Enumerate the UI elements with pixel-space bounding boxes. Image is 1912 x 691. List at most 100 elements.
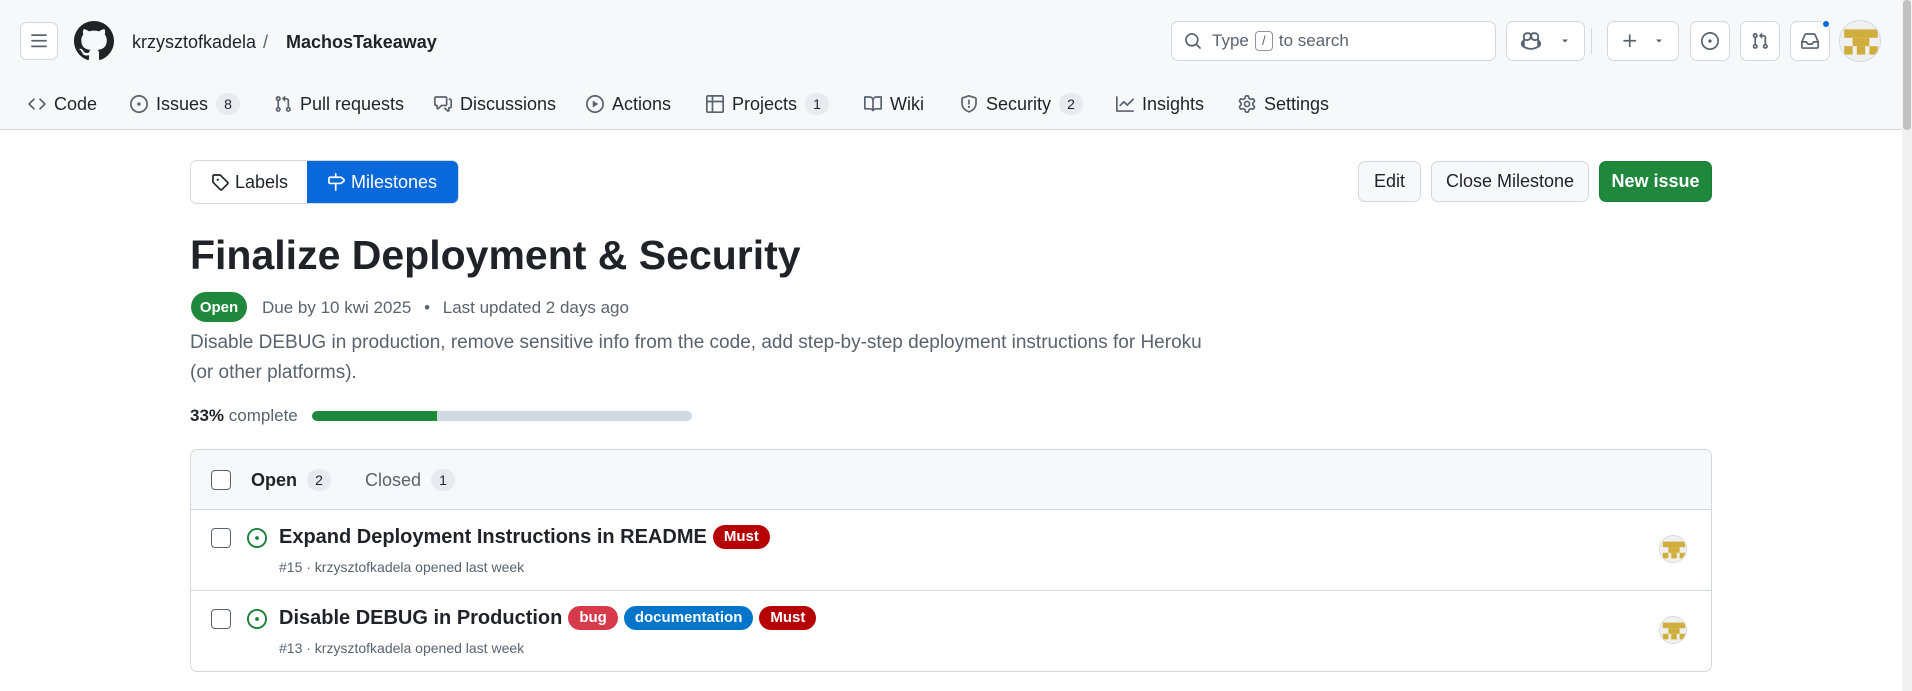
create-new-button[interactable]	[1607, 21, 1679, 61]
tab-pull-requests[interactable]: Pull requests	[274, 88, 404, 120]
search-input[interactable]: Type / to search	[1171, 21, 1496, 61]
tab-projects[interactable]: Projects 1	[706, 88, 830, 120]
scrollbar-thumb[interactable]	[1903, 0, 1911, 130]
issue-title-link[interactable]: Disable DEBUG in Production	[279, 604, 562, 632]
issue-title-link[interactable]: Expand Deployment Instructions in README	[279, 523, 707, 551]
repo-nav-tabs: Code Issues 8 Pull requests Discussions …	[0, 82, 1902, 130]
plus-icon	[1623, 34, 1637, 48]
label-must[interactable]: Must	[712, 525, 770, 549]
github-logo-icon[interactable]	[74, 21, 114, 61]
play-icon	[586, 95, 604, 113]
shield-icon	[961, 95, 977, 113]
assignee-avatar[interactable]	[1659, 535, 1687, 563]
issue-opened-icon	[247, 528, 267, 548]
projects-counter: 1	[805, 93, 830, 115]
tab-discussions[interactable]: Discussions	[434, 88, 556, 120]
select-all-checkbox[interactable]	[211, 470, 231, 490]
inbox-icon	[1801, 33, 1819, 49]
labels-button-label: Labels	[235, 171, 289, 192]
issue-checkbox[interactable]	[211, 528, 231, 548]
issue-opened-icon	[1701, 32, 1719, 50]
milestones-button[interactable]: Milestones	[307, 161, 458, 203]
progress-bar-fill	[312, 411, 438, 421]
progress-complete-text: complete	[228, 406, 298, 425]
issue-meta: #15 · krzysztofkadela opened last week	[279, 559, 525, 575]
tab-wiki[interactable]: Wiki	[864, 88, 924, 120]
issues-shortcut-button[interactable]	[1690, 21, 1730, 61]
search-placeholder-suffix: to search	[1278, 31, 1349, 50]
open-tab-label: Open	[251, 470, 298, 490]
label-must[interactable]: Must	[759, 606, 817, 630]
book-icon	[864, 96, 882, 112]
closed-count: 1	[431, 469, 456, 491]
header-divider	[1591, 28, 1592, 54]
milestone-due-date: Due by 10 kwi 2025	[262, 298, 412, 317]
copilot-icon	[1520, 32, 1541, 50]
label-bug[interactable]: bug	[568, 606, 618, 630]
open-count: 2	[307, 469, 332, 491]
table-icon	[706, 95, 724, 113]
milestone-description: Disable DEBUG in production, remove sens…	[190, 332, 1202, 383]
label-documentation[interactable]: documentation	[623, 606, 754, 630]
tab-label: Projects	[732, 93, 798, 114]
git-pull-request-icon	[1752, 32, 1768, 49]
search-placeholder-prefix: Type	[1212, 31, 1249, 50]
security-counter: 2	[1059, 93, 1084, 115]
open-issues-tab[interactable]: Open 2	[251, 468, 332, 492]
tab-label: Security	[986, 93, 1052, 114]
breadcrumb-separator: /	[263, 32, 269, 52]
pull-requests-shortcut-button[interactable]	[1740, 21, 1780, 61]
tab-label: Discussions	[460, 93, 557, 114]
closed-tab-label: Closed	[365, 470, 422, 490]
issue-title-line: Disable DEBUG in Production bug document…	[279, 604, 817, 632]
chevron-down-icon	[1561, 39, 1568, 43]
assignee-avatar[interactable]	[1659, 616, 1687, 644]
progress-bar	[312, 411, 692, 421]
tab-code[interactable]: Code	[28, 88, 97, 120]
milestone-issues-box: Open 2 Closed 1 Expand Deployment Instru…	[190, 449, 1712, 672]
issue-meta: #13 · krzysztofkadela opened last week	[279, 640, 525, 656]
search-shortcut-key: /	[1254, 31, 1273, 51]
search-icon	[1185, 33, 1201, 49]
issue-row: Expand Deployment Instructions in README…	[191, 510, 1711, 591]
repo-owner-link[interactable]: krzysztofkadela	[132, 30, 256, 54]
tab-label: Actions	[612, 93, 672, 114]
unread-notification-indicator	[1821, 19, 1831, 29]
identicon-avatar-icon	[1840, 21, 1880, 61]
tab-label: Issues	[156, 93, 209, 114]
progress-percent: 33%	[190, 406, 225, 425]
tab-label: Wiki	[890, 93, 924, 114]
identicon-avatar-icon	[1660, 536, 1686, 562]
git-pull-request-icon	[275, 95, 291, 112]
hamburger-menu-button[interactable]	[20, 22, 58, 60]
user-avatar[interactable]	[1839, 20, 1881, 62]
identicon-avatar-icon	[1660, 617, 1686, 643]
gear-icon	[1238, 95, 1256, 113]
milestone-title: Finalize Deployment & Security	[190, 232, 801, 278]
tab-label: Insights	[1142, 93, 1205, 114]
labels-button[interactable]: Labels	[191, 161, 307, 203]
tab-issues[interactable]: Issues 8	[130, 88, 241, 120]
milestone-meta: Due by 10 kwi 2025 • Last updated 2 days…	[262, 297, 629, 319]
closed-issues-tab[interactable]: Closed 1	[365, 468, 456, 492]
milestones-button-label: Milestones	[351, 171, 438, 192]
top-bar: krzysztofkadela / MachosTakeaway Type / …	[0, 0, 1902, 82]
tab-security[interactable]: Security 2	[960, 88, 1084, 120]
repo-name-link[interactable]: MachosTakeaway	[286, 30, 437, 54]
code-icon	[28, 98, 46, 110]
progress-label: 33% complete	[190, 405, 298, 427]
close-milestone-button[interactable]: Close Milestone	[1431, 161, 1589, 202]
tab-settings[interactable]: Settings	[1238, 88, 1329, 120]
issue-opened-icon	[247, 609, 267, 629]
edit-button[interactable]: Edit	[1358, 161, 1421, 202]
issues-box-header: Open 2 Closed 1	[191, 450, 1711, 510]
graph-icon	[1116, 96, 1134, 112]
milestone-state-badge: Open	[191, 292, 247, 322]
page-scrollbar[interactable]	[1902, 0, 1912, 691]
tab-actions[interactable]: Actions	[586, 88, 671, 120]
copilot-button[interactable]	[1506, 21, 1585, 61]
three-bars-icon	[31, 34, 47, 48]
new-issue-button[interactable]: New issue	[1599, 161, 1712, 202]
issue-checkbox[interactable]	[211, 609, 231, 629]
tab-insights[interactable]: Insights	[1116, 88, 1204, 120]
